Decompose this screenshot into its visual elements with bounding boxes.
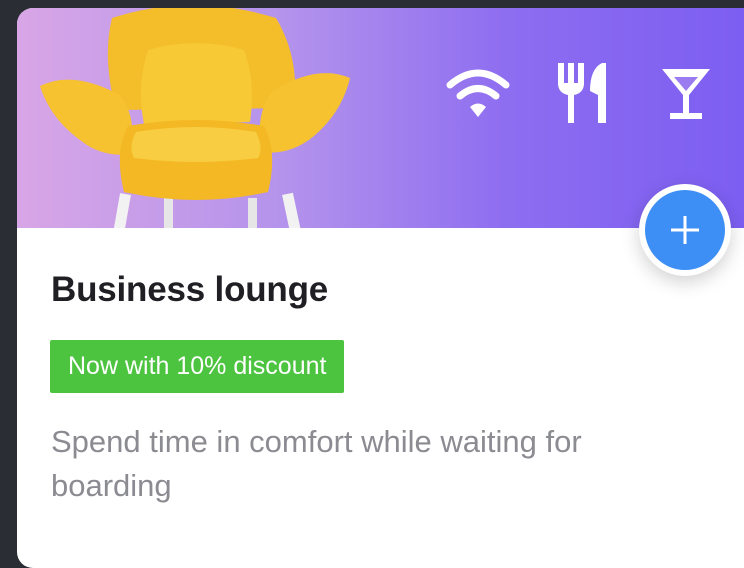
- add-button[interactable]: [639, 184, 731, 276]
- amenities-row: [445, 60, 719, 126]
- card-description: Spend time in comfort while waiting for …: [51, 424, 582, 503]
- discount-badge: Now with 10% discount: [50, 340, 345, 393]
- cocktail-icon: [653, 60, 719, 126]
- lounge-card[interactable]: Business lounge Now with 10% discount Sp…: [17, 8, 744, 568]
- fork-knife-icon: [549, 60, 615, 126]
- card-banner: [17, 8, 744, 228]
- wifi-icon: [445, 60, 511, 126]
- armchair-image: [40, 8, 350, 228]
- plus-icon: [645, 190, 725, 270]
- card-title: Business lounge: [51, 270, 329, 309]
